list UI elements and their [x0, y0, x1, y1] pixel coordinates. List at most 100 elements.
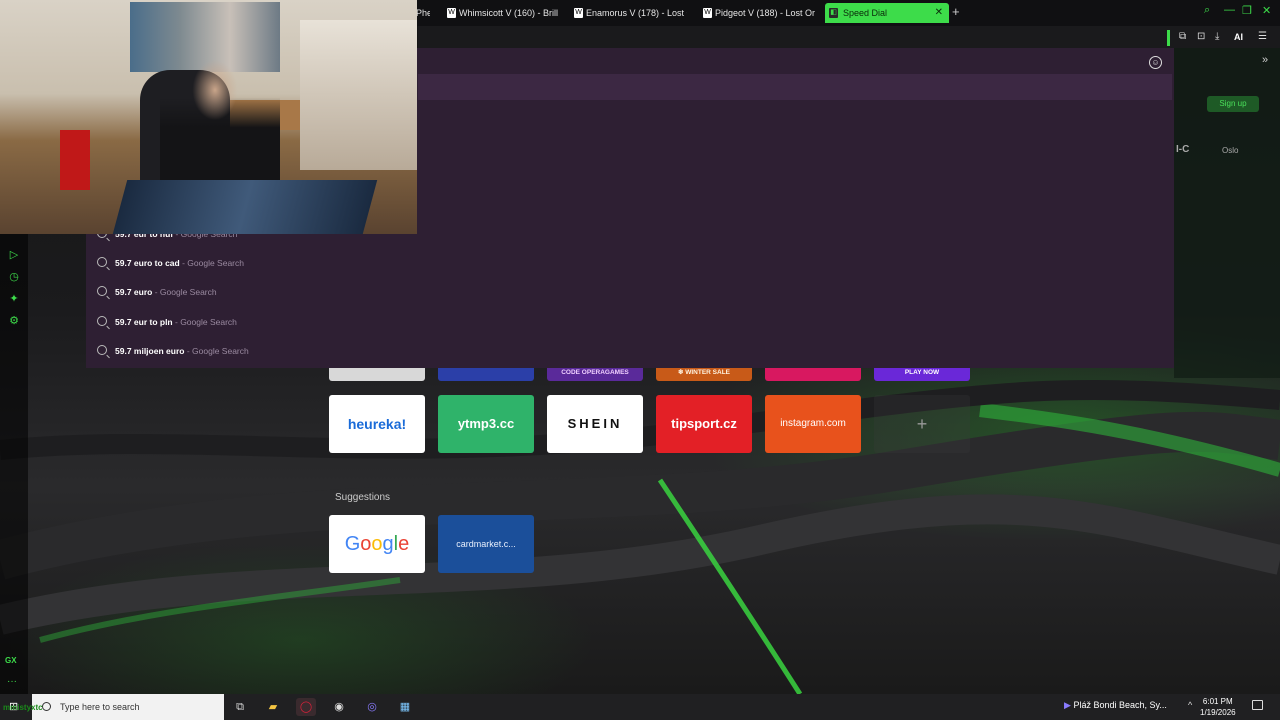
- speed-dial-tile[interactable]: PLAY NOW: [874, 368, 970, 381]
- weather-text: Pláž Bondi Beach, Sy...: [1073, 700, 1167, 710]
- ai-label: AI: [1234, 32, 1243, 42]
- new-tab-button[interactable]: +: [952, 4, 960, 19]
- download-icon[interactable]: ⤓: [1215, 31, 1219, 42]
- settings-icon[interactable]: ⚙: [7, 314, 21, 328]
- collapse-panel-icon[interactable]: »: [1262, 54, 1268, 66]
- search-icon: [97, 286, 107, 296]
- tab-favicon-icon: W: [703, 8, 712, 18]
- tab-speed-dial[interactable]: ◧ Speed Dial ✕: [825, 3, 949, 23]
- search-icon: [42, 702, 51, 711]
- screen: ▷ ◷ ✦ ⚙ GX ··· Phe W Whimsicott V (160) …: [0, 0, 1280, 720]
- speed-dial-tile[interactable]: [329, 368, 425, 381]
- speed-dial-icon: ◧: [829, 8, 838, 18]
- tile-label: heureka!: [347, 416, 407, 432]
- search-suggestion[interactable]: 59.7 euro - Google Search: [97, 285, 217, 299]
- suggestion-tile-google[interactable]: Google: [329, 515, 425, 573]
- signup-button[interactable]: Sign up: [1207, 96, 1259, 112]
- opera-gx-icon[interactable]: ◯: [296, 698, 316, 716]
- menu-icon[interactable]: ☰: [1258, 31, 1267, 42]
- suggestion-source: - Google Search: [175, 317, 237, 327]
- calculator-icon[interactable]: ▦: [395, 698, 415, 716]
- tab-item[interactable]: W Whimsicott V (160) - Brillia: [445, 3, 558, 23]
- clock-time: 6:01 PM: [1202, 697, 1233, 706]
- tile-label: PLAY NOW: [904, 369, 940, 376]
- google-logo: o: [360, 533, 372, 555]
- tab-label: Pidgeot V (188) - Lost Orig: [715, 8, 815, 18]
- suggestion-tile-cardmarket[interactable]: cardmarket.c...: [438, 515, 534, 573]
- speed-dial-tile-heureka[interactable]: heureka!: [329, 395, 425, 453]
- player-icon[interactable]: ▷: [7, 248, 21, 262]
- tab-label: Enamorus V (178) - Lost O: [586, 8, 687, 18]
- tile-label: CODE OPERAGAMES: [561, 369, 629, 376]
- suggestions-heading: Suggestions: [335, 492, 391, 503]
- history-icon[interactable]: ◷: [7, 270, 21, 284]
- panel-city-label: Oslo: [1222, 146, 1239, 155]
- search-placeholder: Type here to search: [60, 702, 140, 712]
- search-suggestion[interactable]: 59.7 miljoen euro - Google Search: [97, 344, 249, 358]
- tray-chevron-icon[interactable]: ^: [1188, 700, 1192, 710]
- maximize-icon[interactable]: ❐: [1242, 4, 1252, 17]
- google-logo: g: [382, 533, 394, 555]
- tab-label: Whimsicott V (160) - Brillia: [459, 8, 558, 18]
- speed-dial-tile-instagram[interactable]: instagram.com: [765, 395, 861, 453]
- suggestion-query: 59.7 eur to pln: [115, 317, 173, 327]
- speed-dial-tile-shein[interactable]: SHEIN: [547, 395, 643, 453]
- search-suggestion[interactable]: 59.7 euro to cad - Google Search: [97, 256, 244, 270]
- minimize-icon[interactable]: —: [1224, 4, 1235, 16]
- speed-dial-tile[interactable]: [765, 368, 861, 381]
- speed-dial-tile-ytmp3[interactable]: ytmp3.cc: [438, 395, 534, 453]
- tile-label: ❄ WINTER SALE: [677, 369, 731, 376]
- close-tab-icon[interactable]: ✕: [935, 3, 943, 23]
- tab-label: Speed Dial: [843, 8, 888, 18]
- speed-dial-tile[interactable]: ❄ WINTER SALE: [656, 368, 752, 381]
- search-tabs-icon[interactable]: ⌕: [1204, 4, 1210, 17]
- close-window-icon[interactable]: ✕: [1262, 4, 1271, 17]
- obs-icon[interactable]: ◉: [329, 698, 349, 716]
- tab-favicon-icon: W: [447, 8, 456, 18]
- task-view-icon[interactable]: ⧉: [230, 698, 250, 716]
- suggestion-query: 59.7 euro: [115, 287, 153, 297]
- gx-corner-icon[interactable]: GX: [5, 656, 17, 665]
- search-icon: [97, 345, 107, 355]
- speed-dial-tile[interactable]: CODE OPERAGAMES: [547, 368, 643, 381]
- app-icon[interactable]: ◎: [362, 698, 382, 716]
- extensions-puzzle-icon[interactable]: ⧉: [1179, 31, 1186, 42]
- speed-dial-tile[interactable]: [438, 368, 534, 381]
- taskbar-search-input[interactable]: Type here to search: [32, 694, 224, 720]
- tile-label: ytmp3.cc: [457, 416, 515, 431]
- loading-indicator: [1167, 30, 1170, 46]
- file-explorer-icon[interactable]: ▰: [263, 698, 283, 716]
- weather-icon: ▶: [1064, 700, 1071, 710]
- suggestion-source: - Google Search: [182, 258, 244, 268]
- snapshot-icon[interactable]: ⊡: [1197, 31, 1205, 42]
- ai-button[interactable]: AI: [1234, 32, 1243, 42]
- signup-label: Sign up: [1219, 99, 1247, 108]
- search-suggestion[interactable]: 59.7 eur to pln - Google Search: [97, 315, 237, 329]
- address-toolbar: [418, 26, 1280, 48]
- notifications-icon[interactable]: [1252, 700, 1263, 710]
- tab-favicon-icon: W: [574, 8, 583, 18]
- add-site-button[interactable]: +: [874, 395, 970, 453]
- webcam-scene: [300, 20, 417, 170]
- tile-label: SHEIN: [567, 416, 623, 431]
- tab-label: Phe: [416, 8, 430, 18]
- tile-label: instagram.com: [780, 418, 846, 429]
- search-icon: [97, 257, 107, 267]
- google-logo: o: [371, 533, 383, 555]
- suggestion-query: 59.7 euro to cad: [115, 258, 180, 268]
- extensions-icon[interactable]: ✦: [7, 292, 21, 306]
- speed-dial-tile-tipsport[interactable]: tipsport.cz: [656, 395, 752, 453]
- webcam-scene: [60, 130, 90, 190]
- tab-item[interactable]: W Enamorus V (178) - Lost O: [572, 3, 687, 23]
- google-logo: G: [344, 533, 361, 555]
- weather-widget[interactable]: ▶ Pláž Bondi Beach, Sy...: [1064, 700, 1167, 711]
- tab-item[interactable]: W Pidgeot V (188) - Lost Orig: [701, 3, 815, 23]
- suggestion-source: - Google Search: [154, 287, 217, 297]
- address-input-row[interactable]: [418, 74, 1172, 100]
- more-icon[interactable]: ···: [7, 676, 17, 687]
- clock[interactable]: 6:01 PM 1/19/2026: [1200, 696, 1236, 718]
- webcam-person: [160, 45, 280, 195]
- emoji-icon[interactable]: ☺: [1149, 56, 1162, 69]
- webcam-overlay: [0, 0, 417, 234]
- panel-label: I-C: [1176, 144, 1190, 155]
